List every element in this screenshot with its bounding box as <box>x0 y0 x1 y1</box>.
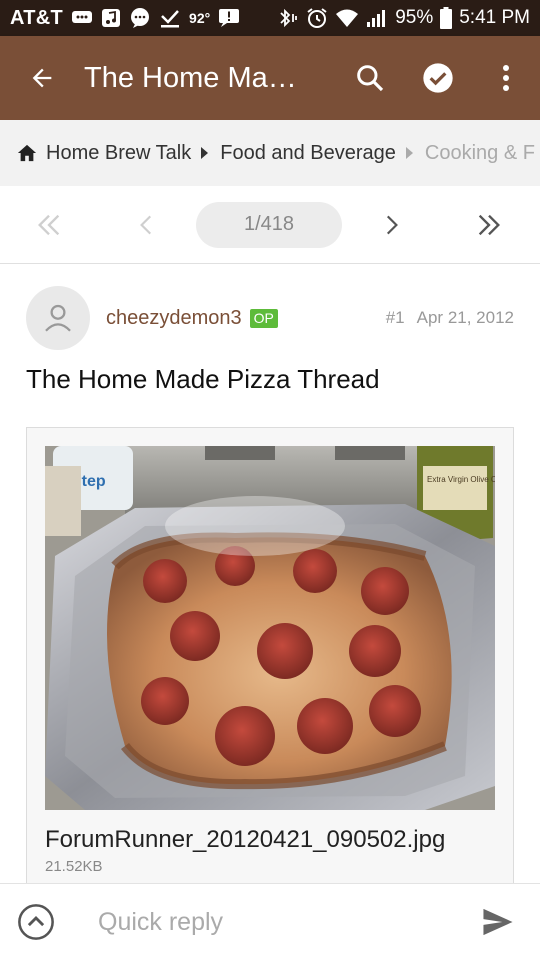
overflow-menu-button[interactable] <box>472 36 540 120</box>
post-number[interactable]: #1 <box>386 308 405 328</box>
chat-bubble-icon <box>71 9 93 27</box>
page-indicator[interactable]: 1/418 <box>196 201 342 248</box>
quick-reply-input[interactable] <box>72 892 456 952</box>
send-icon <box>483 908 513 936</box>
double-chevron-left-icon <box>38 214 60 235</box>
clock-label: 5:41 PM <box>459 7 530 28</box>
breadcrumb-home[interactable]: Home Brew Talk <box>16 142 191 165</box>
avatar[interactable] <box>26 286 90 350</box>
pizza-photo-illustration: Step Extra Virgin Olive Oil <box>45 446 495 810</box>
temperature-label: 92° <box>189 10 211 26</box>
double-chevron-right-icon <box>478 214 500 235</box>
expand-reply-button[interactable] <box>0 884 72 960</box>
breadcrumb-item-label: Home Brew Talk <box>46 141 192 164</box>
alarm-icon <box>306 7 328 29</box>
attachment-file-size: 21.52KB <box>45 858 103 875</box>
post-header: cheezydemon3 OP #1 Apr 21, 2012 <box>26 286 514 350</box>
thread-title-header: The Home Ma… <box>84 61 297 94</box>
more-vertical-icon <box>503 65 509 91</box>
pagination-bar: 1/418 <box>0 186 540 264</box>
next-page-button[interactable] <box>342 186 440 264</box>
attachment-card[interactable]: Step Extra Virgin Olive Oil ForumRunner_… <box>26 427 514 897</box>
quick-reply-bar <box>0 883 540 960</box>
music-icon <box>101 8 121 28</box>
battery-percent: 95% <box>395 7 434 28</box>
status-bar: AT&T 92° 95% 5:41 PM <box>0 0 540 36</box>
first-page-button[interactable] <box>0 186 98 264</box>
wifi-icon <box>335 8 359 28</box>
home-icon <box>17 144 37 162</box>
previous-page-button[interactable] <box>98 186 196 264</box>
chevron-right-icon <box>386 215 398 234</box>
download-done-icon <box>159 8 181 28</box>
breadcrumb-separator-icon <box>405 147 413 159</box>
post-title: The Home Made Pizza Thread <box>26 364 380 394</box>
arrow-left-icon <box>32 68 52 88</box>
breadcrumb-cooking[interactable]: Cooking & F <box>425 142 535 165</box>
bluetooth-vibrate-icon <box>277 8 299 28</box>
post-date: Apr 21, 2012 <box>416 308 514 327</box>
chevron-left-icon <box>140 215 152 234</box>
pizza-photo[interactable]: Step Extra Virgin Olive Oil <box>45 446 495 810</box>
bottle-label-text: Extra Virgin Olive Oil <box>427 475 495 484</box>
battery-icon <box>440 7 453 29</box>
breadcrumb-food-and-beverage[interactable]: Food and Beverage <box>220 142 396 165</box>
mark-read-button[interactable] <box>404 36 472 120</box>
app-bar: The Home Ma… <box>0 36 540 120</box>
message-icon <box>129 7 151 29</box>
chevron-up-circle-icon <box>18 904 54 940</box>
carrier-label: AT&T <box>10 6 64 29</box>
last-page-button[interactable] <box>440 186 538 264</box>
op-badge: OP <box>249 308 278 328</box>
search-icon <box>357 65 384 92</box>
send-button[interactable] <box>456 884 540 960</box>
check-circle-icon <box>423 63 453 93</box>
user-icon <box>45 304 71 332</box>
attachment-file-name[interactable]: ForumRunner_20120421_090502.jpg <box>45 826 445 854</box>
alert-icon <box>218 8 240 28</box>
breadcrumb-separator-icon <box>201 147 209 159</box>
search-button[interactable] <box>336 36 404 120</box>
signal-icon <box>366 8 388 28</box>
breadcrumb: Home Brew Talk Food and Beverage Cooking… <box>0 120 540 186</box>
post-author[interactable]: cheezydemon3 <box>106 307 242 330</box>
